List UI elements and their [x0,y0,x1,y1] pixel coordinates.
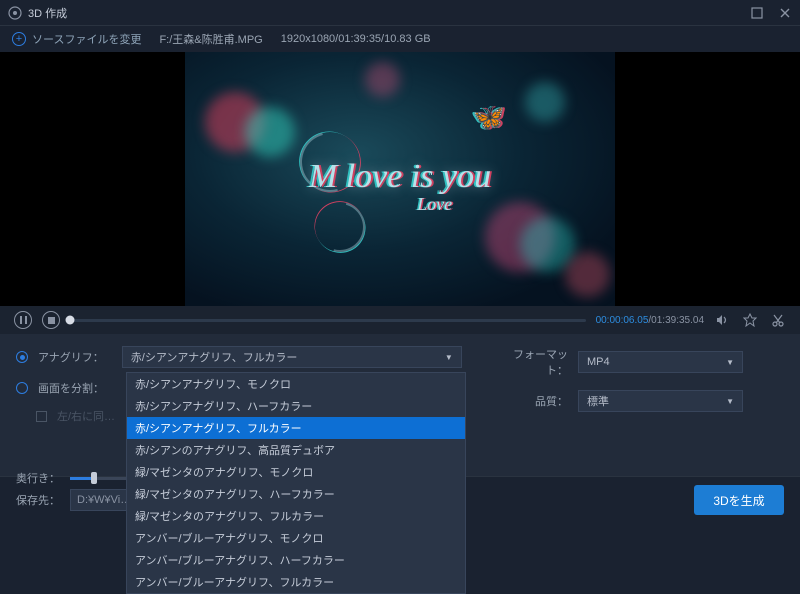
settings-panel: アナグリフ： 赤/シアンアナグリフ、フルカラー ▼ 画面を分割： 左/右に同… … [0,334,800,476]
volume-icon[interactable] [714,312,730,328]
quality-label: 品質： [496,393,568,409]
cut-icon[interactable] [770,312,786,328]
split-screen-radio[interactable] [16,382,28,394]
save-path-field[interactable]: D:¥W¥Vi… [70,489,130,511]
lr-same-checkbox[interactable] [36,411,47,422]
chevron-down-icon: ▼ [726,397,734,406]
pause-button[interactable] [14,311,32,329]
dropdown-item[interactable]: 赤/シアンアナグリフ、ハーフカラー [127,395,465,417]
dropdown-item[interactable]: 緑/マゼンタのアナグリフ、ハーフカラー [127,483,465,505]
preview-text-sub: Love [417,194,452,215]
anaglyph-select[interactable]: 赤/シアンアナグリフ、フルカラー ▼ [122,346,462,368]
time-duration: 01:39:35.04 [651,315,704,326]
format-select[interactable]: MP4 ▼ [578,351,743,373]
depth-thumb[interactable] [91,472,97,484]
butterfly-graphic: 🦋 [473,102,505,133]
anaglyph-select-value: 赤/シアンアナグリフ、フルカラー [131,349,298,365]
depth-label: 奥行き： [16,470,60,486]
format-label: フォーマット： [496,346,568,378]
anaglyph-radio[interactable] [16,351,28,363]
chevron-down-icon: ▼ [726,358,734,367]
title-bar: 3D 作成 [0,0,800,26]
change-source-label: ソースファイルを変更 [32,31,141,47]
dropdown-item[interactable]: アンバー/ブルーアナグリフ、ハーフカラー [127,549,465,571]
format-value: MP4 [587,356,610,368]
generate-3d-button[interactable]: 3Dを生成 [694,485,784,515]
plus-icon: + [12,32,26,46]
dropdown-item[interactable]: 緑/マゼンタのアナグリフ、フルカラー [127,505,465,527]
dropdown-item[interactable]: 赤/シアンアナグリフ、モノクロ [127,373,465,395]
dropdown-item[interactable]: 赤/シアンのアナグリフ、高品質デュボア [127,439,465,461]
generate-3d-label: 3Dを生成 [713,492,764,509]
anaglyph-dropdown[interactable]: 赤/シアンアナグリフ、モノクロ赤/シアンアナグリフ、ハーフカラー赤/シアンアナグ… [126,372,466,594]
dropdown-item[interactable]: 緑/マゼンタのアナグリフ、モノクロ [127,461,465,483]
app-icon [8,6,22,20]
dropdown-item[interactable]: アンバー/ブルーアナグリフ、フルカラー [127,571,465,593]
window-title: 3D 作成 [28,5,750,21]
dropdown-item[interactable]: 赤/シアンアナグリフ、フルカラー [127,417,465,439]
source-metadata: 1920x1080/01:39:35/10.83 GB [281,33,431,45]
split-screen-label: 画面を分割： [38,380,104,396]
video-preview[interactable]: 🦋 M love is you Love [185,52,615,306]
save-path-value: D:¥W¥Vi… [77,494,130,506]
snapshot-icon[interactable] [742,312,758,328]
close-button[interactable] [778,6,792,20]
quality-value: 標準 [587,393,609,409]
stop-button[interactable] [42,311,60,329]
minimize-button[interactable] [750,6,764,20]
dropdown-item[interactable]: アンバー/ブルーアナグリフ、モノクロ [127,527,465,549]
chevron-down-icon: ▼ [445,353,453,362]
seek-thumb[interactable] [66,316,75,325]
source-filepath: F:/王森&陈胜甫.MPG [159,31,262,47]
preview-area: 🦋 M love is you Love [0,52,800,306]
timecode: 00:00:06.05/01:39:35.04 [596,315,704,326]
playback-controls: 00:00:06.05/01:39:35.04 [0,306,800,334]
change-source-button[interactable]: + ソースファイルを変更 [12,31,141,47]
time-current: 00:00:06.05 [596,315,649,326]
source-bar: + ソースファイルを変更 F:/王森&陈胜甫.MPG 1920x1080/01:… [0,26,800,52]
lr-same-label: 左/右に同… [57,408,115,424]
anaglyph-label: アナグリフ： [38,349,104,365]
quality-select[interactable]: 標準 ▼ [578,390,743,412]
seek-bar[interactable] [70,319,586,322]
preview-text-main: M love is you [309,158,491,196]
save-location-label: 保存先： [16,492,60,508]
